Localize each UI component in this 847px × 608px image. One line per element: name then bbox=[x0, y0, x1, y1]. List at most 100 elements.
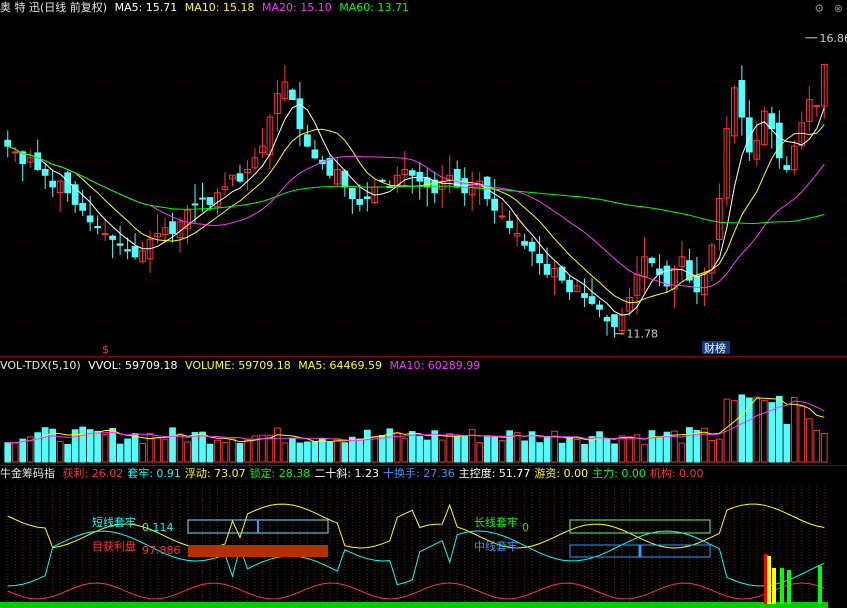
short-trap-value: 0.114 bbox=[142, 521, 174, 534]
volume-panel: VOL-TDX(5,10) VVOL: 59709.18 VOLUME: 597… bbox=[0, 358, 847, 464]
volume-bar bbox=[169, 427, 176, 463]
volume-bar bbox=[146, 432, 154, 463]
candle-body bbox=[109, 235, 116, 240]
candle-body bbox=[11, 151, 19, 154]
volume-bar bbox=[805, 418, 813, 463]
candle-body bbox=[423, 177, 431, 188]
candle-body bbox=[131, 245, 139, 258]
locked-base bbox=[0, 602, 828, 608]
candle-body bbox=[745, 117, 753, 153]
volume-bar bbox=[446, 433, 454, 463]
candle-body bbox=[566, 279, 573, 293]
volume-bar bbox=[506, 430, 513, 463]
volume-bar bbox=[199, 431, 206, 463]
high-label: 16.86 bbox=[820, 32, 847, 45]
volume-bar bbox=[41, 427, 49, 463]
volume-bar bbox=[319, 438, 326, 463]
volume-bar bbox=[753, 396, 761, 463]
volume-bar bbox=[573, 439, 581, 463]
candle-body bbox=[536, 253, 543, 264]
volume-bar bbox=[783, 423, 791, 463]
volume-bar bbox=[176, 433, 184, 463]
volume-bar bbox=[581, 443, 588, 463]
candle-body bbox=[491, 198, 499, 211]
profit-line bbox=[7, 582, 825, 600]
volume-bar bbox=[626, 436, 633, 463]
divider-1 bbox=[0, 356, 847, 357]
candle-body bbox=[169, 221, 176, 235]
candle-body bbox=[543, 263, 551, 275]
candle-body bbox=[506, 220, 513, 229]
candle-body bbox=[199, 197, 206, 200]
volume-bar bbox=[221, 441, 229, 463]
volume-bar bbox=[558, 442, 566, 463]
short-trap-label: 短线套牢 bbox=[92, 516, 136, 529]
candle-body bbox=[783, 165, 791, 170]
volume-bar bbox=[281, 442, 289, 463]
candle-body bbox=[124, 249, 131, 252]
volume-bar bbox=[363, 429, 371, 463]
volume-bar bbox=[236, 443, 244, 463]
candle-body bbox=[528, 241, 536, 252]
volume-bar bbox=[656, 436, 663, 463]
candle-body bbox=[498, 215, 506, 218]
price-panel: 奥 特 迅(日线 前复权) MA5: 15.71 MA10: 15.18 MA2… bbox=[0, 0, 847, 355]
volume-bar bbox=[603, 438, 611, 463]
candle-body bbox=[49, 180, 57, 188]
candle-body bbox=[41, 168, 49, 176]
candle-body bbox=[86, 215, 94, 223]
profit-label: 目获利盘 bbox=[92, 540, 136, 553]
volume-bar bbox=[124, 438, 131, 463]
volume-bar bbox=[244, 439, 251, 463]
volume-bar bbox=[453, 436, 461, 463]
volume-bar bbox=[408, 431, 416, 463]
mid-trap-label: 中线套牢 bbox=[474, 540, 518, 553]
volume-bar bbox=[416, 435, 424, 463]
volume-bar bbox=[745, 397, 753, 463]
candle-body bbox=[206, 197, 214, 205]
volume-bar bbox=[311, 441, 319, 463]
ma20-line bbox=[7, 145, 825, 289]
volume-bar bbox=[820, 433, 828, 463]
volume-bar bbox=[34, 432, 42, 463]
volume-bar bbox=[289, 437, 296, 463]
candle-body bbox=[34, 152, 42, 170]
candle-body bbox=[648, 257, 656, 264]
volume-bar bbox=[296, 442, 304, 463]
volume-bar bbox=[393, 432, 401, 463]
volume-bar bbox=[648, 430, 656, 463]
volume-bar bbox=[326, 442, 334, 463]
volume-bar bbox=[476, 442, 484, 463]
volume-bar bbox=[521, 440, 528, 463]
candle-body bbox=[289, 89, 296, 101]
volume-bar bbox=[513, 431, 521, 463]
volume-bar bbox=[154, 437, 161, 463]
volume-bar bbox=[401, 437, 409, 463]
volume-bar bbox=[438, 439, 446, 463]
candle-body bbox=[326, 158, 334, 176]
low-label: 11.78 bbox=[627, 328, 659, 341]
volume-bar bbox=[356, 438, 364, 463]
volume-bar bbox=[94, 430, 101, 463]
volume-bar bbox=[611, 443, 618, 463]
signal-bar-3 bbox=[780, 568, 784, 604]
candle-body bbox=[768, 113, 776, 130]
profit-box bbox=[188, 545, 328, 557]
volume-bar bbox=[483, 435, 491, 463]
volume-bar bbox=[101, 434, 109, 463]
candle-body bbox=[693, 275, 701, 293]
candle-body bbox=[596, 304, 603, 310]
candle-body bbox=[408, 170, 416, 176]
candle-body bbox=[611, 314, 618, 328]
volume-bar bbox=[566, 437, 573, 463]
volume-bar bbox=[371, 435, 379, 463]
volume-bar bbox=[686, 427, 693, 463]
dollar-mark: $ bbox=[102, 343, 109, 355]
volume-bar bbox=[109, 428, 116, 463]
volume-bar bbox=[633, 434, 641, 463]
volume-bar bbox=[341, 442, 349, 463]
candle-body bbox=[296, 98, 304, 130]
indicator-panel: 牛金筹码指 获利: 26.02 套牢: 0.91 浮动: 73.07 锁定: 28.3… bbox=[0, 466, 847, 608]
volume-bar bbox=[423, 439, 431, 463]
volume-bar bbox=[701, 427, 708, 463]
